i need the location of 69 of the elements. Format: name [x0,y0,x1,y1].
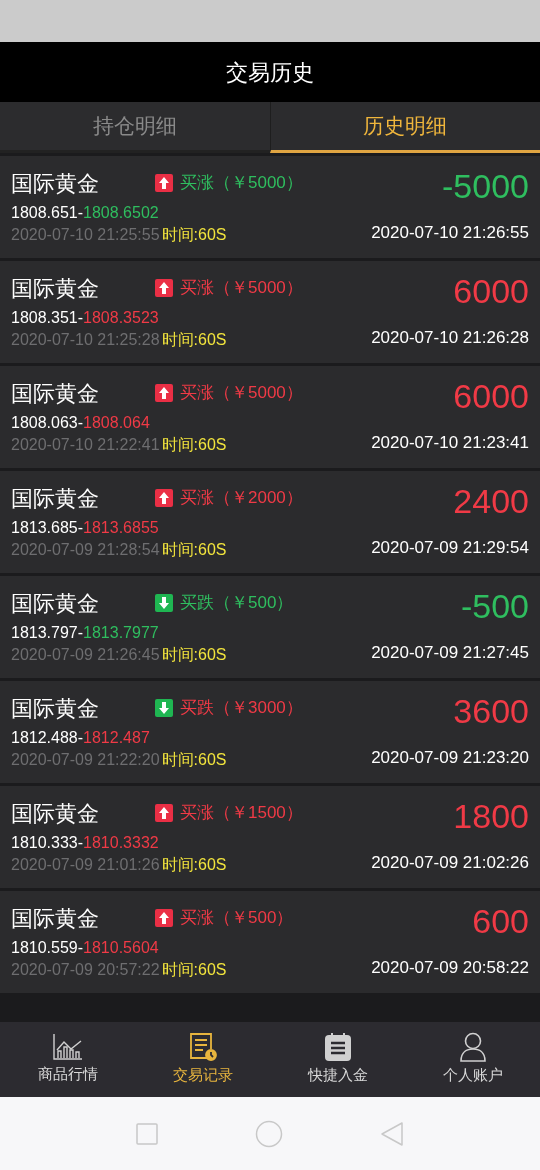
product-name: 国际黄金 [11,904,100,933]
price-range: 1808.651-1808.6502 [11,203,160,223]
price-range: 1813.685-1813.6855 [11,518,160,538]
open-time: 2020-07-10 21:25:55 [11,225,160,245]
product-name: 国际黄金 [11,589,100,618]
close-time: 2020-07-09 21:29:54 [371,537,529,559]
duration: 时间:60S [161,855,227,875]
chart-icon [51,1033,84,1062]
profit-amount: 3600 [453,691,529,732]
product-name: 国际黄金 [11,484,100,513]
person-icon [458,1032,487,1063]
open-time: 2020-07-09 20:57:22 [11,960,160,980]
open-time: 2020-07-10 21:25:28 [11,330,160,350]
bet-label: 买涨（￥5000） [180,277,303,300]
product-name: 国际黄金 [11,799,100,828]
bet-label: 买涨（￥500） [180,907,294,930]
duration: 时间:60S [161,960,227,980]
recent-apps-icon[interactable] [136,1122,158,1145]
profit-amount: 6000 [453,271,529,312]
nav-tab[interactable]: 个人账户 [405,1022,540,1097]
duration: 时间:60S [161,750,227,770]
duration: 时间:60S [161,645,227,665]
nav-tab[interactable]: 交易记录 [135,1022,270,1097]
open-time: 2020-07-10 21:22:41 [11,435,160,455]
product-name: 国际黄金 [11,169,100,198]
profit-amount: -5000 [442,166,529,207]
price-range: 1812.488-1812.487 [11,728,151,748]
nav-tab[interactable]: 商品行情 [0,1022,135,1097]
page-title: 交易历史 [226,58,314,87]
profit-amount: 2400 [453,481,529,522]
close-time: 2020-07-09 21:23:20 [371,747,529,769]
bet-label: 买跌（￥3000） [180,697,303,720]
price-range: 1808.063-1808.064 [11,413,151,433]
notepad-icon [323,1032,352,1063]
close-time: 2020-07-09 21:27:45 [371,642,529,664]
open-time: 2020-07-09 21:01:26 [11,855,160,875]
open-time: 2020-07-09 21:28:54 [11,540,160,560]
home-icon[interactable] [255,1119,283,1148]
duration: 时间:60S [161,540,227,560]
bet-label: 买涨（￥2000） [180,487,303,510]
close-time: 2020-07-09 20:58:22 [371,957,529,979]
open-time: 2020-07-09 21:22:20 [11,750,160,770]
bet-label: 买涨（￥5000） [180,382,303,405]
bet-label: 买涨（￥1500） [180,802,303,825]
duration: 时间:60S [161,330,227,350]
document-clock-icon [187,1032,218,1063]
back-icon[interactable] [380,1120,404,1147]
price-range: 1808.351-1808.3523 [11,308,160,328]
profit-amount: -500 [460,586,529,627]
profit-amount: 1800 [453,796,529,837]
price-range: 1813.797-1813.7977 [11,623,160,643]
open-time: 2020-07-09 21:26:45 [11,645,160,665]
price-range: 1810.333-1810.3332 [11,833,160,853]
close-time: 2020-07-10 21:26:55 [371,222,529,244]
bet-label: 买涨（￥5000） [180,172,303,195]
nav-tab[interactable]: 快捷入金 [270,1022,405,1097]
close-time: 2020-07-10 21:26:28 [371,327,529,349]
close-time: 2020-07-09 21:02:26 [371,852,529,874]
product-name: 国际黄金 [11,274,100,303]
product-name: 国际黄金 [11,379,100,408]
close-time: 2020-07-10 21:23:41 [371,432,529,454]
profit-amount: 6000 [453,376,529,417]
bet-label: 买跌（￥500） [180,592,294,615]
profit-amount: 600 [472,901,529,942]
tab[interactable]: 历史明细 [269,102,540,153]
duration: 时间:60S [161,225,227,245]
price-range: 1810.559-1810.5604 [11,938,160,958]
product-name: 国际黄金 [11,694,100,723]
duration: 时间:60S [161,435,227,455]
